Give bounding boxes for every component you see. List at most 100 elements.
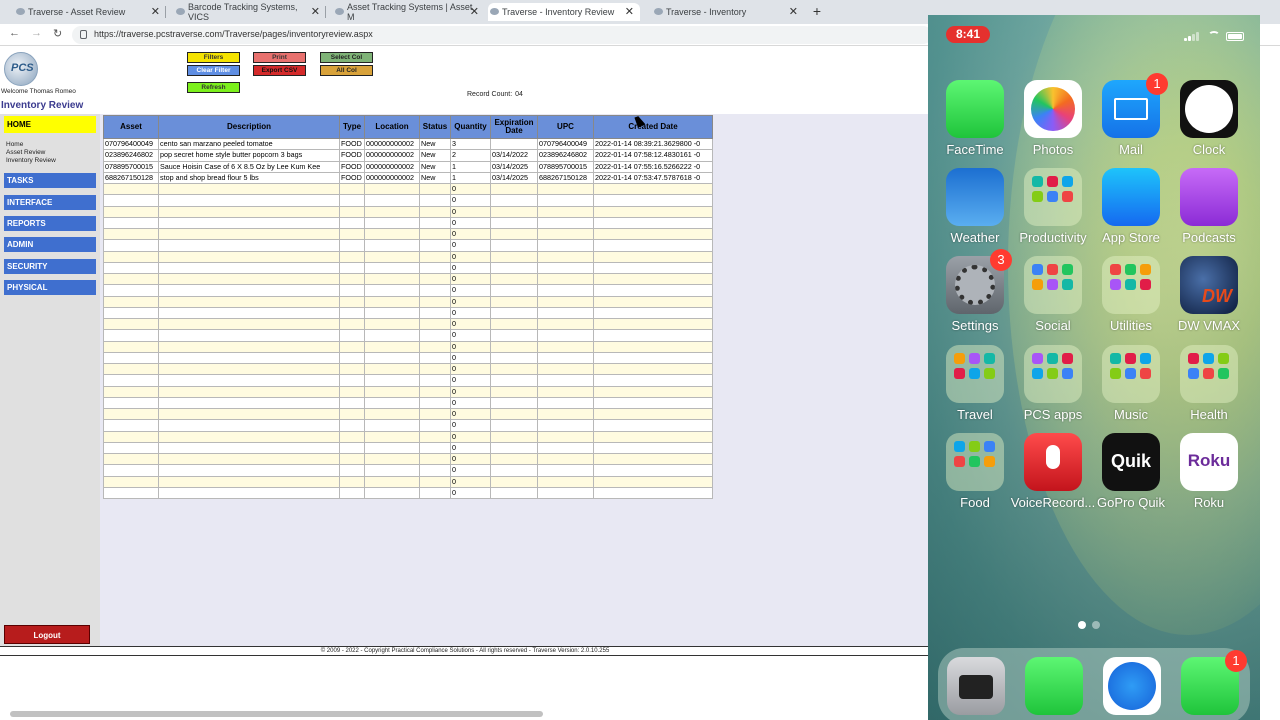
app-travel[interactable]: Travel <box>937 345 1013 433</box>
app-health[interactable]: Health <box>1171 345 1247 433</box>
table-row[interactable]: 0 <box>103 205 713 218</box>
table-row[interactable]: 078895700015 Sauce Hoisin Case of 6 X 8.5… <box>103 160 713 173</box>
app-food[interactable]: Food <box>937 433 1013 521</box>
tab-inventory-review[interactable]: Traverse - Inventory Review ✕ <box>488 3 640 21</box>
app-pcs-apps[interactable]: PCS apps <box>1015 345 1091 433</box>
app-voicerecord[interactable]: VoiceRecord... <box>1011 433 1095 521</box>
app-roku[interactable]: Roku Roku <box>1171 433 1247 521</box>
table-row[interactable]: 023896246802 pop secret home style butter… <box>103 149 713 162</box>
filters-button[interactable]: Filters <box>187 52 240 63</box>
tab-barcode-tracking[interactable]: Barcode Tracking Systems, VICS ✕ <box>174 2 320 22</box>
table-row[interactable]: 0 <box>103 362 713 376</box>
app-podcasts[interactable]: Podcasts <box>1171 168 1247 256</box>
back-icon[interactable]: ← <box>9 27 20 39</box>
table-row[interactable]: 0 <box>103 441 713 455</box>
subnav-link-inventory-review[interactable]: Inventory Review <box>6 157 56 165</box>
table-row[interactable]: 688267150128 stop and shop bread flour 5 … <box>103 171 713 185</box>
close-icon[interactable]: ✕ <box>470 5 479 18</box>
logout-button[interactable]: Logout <box>4 625 90 644</box>
table-row[interactable]: 0 <box>103 284 713 297</box>
sidebar-item-security[interactable]: SECURITY <box>4 259 96 274</box>
column-header-asset[interactable]: Asset <box>103 115 159 139</box>
table-row[interactable]: 0 <box>103 306 713 320</box>
table-row[interactable]: 0 <box>103 374 713 387</box>
dock-phone[interactable] <box>1016 657 1092 720</box>
table-row[interactable]: 0 <box>103 227 713 241</box>
table-cell <box>419 284 451 297</box>
column-header-type[interactable]: Type <box>339 115 365 139</box>
app-photos[interactable]: Photos <box>1015 80 1091 168</box>
table-row[interactable]: 0 <box>103 486 713 500</box>
table-row[interactable]: 0 <box>103 475 713 488</box>
table-row[interactable]: 0 <box>103 194 713 207</box>
app-mail[interactable]: 1 Mail <box>1093 73 1169 168</box>
table-row[interactable]: 0 <box>103 261 713 275</box>
close-icon[interactable]: ✕ <box>625 5 634 18</box>
table-row[interactable]: 0 <box>103 407 713 421</box>
refresh-button[interactable]: Refresh <box>187 82 240 93</box>
column-header-created-date[interactable]: Created Date <box>593 115 713 139</box>
all-col-button[interactable]: All Col <box>320 65 373 76</box>
table-row[interactable]: 0 <box>103 419 713 432</box>
table-row[interactable]: 0 <box>103 182 713 196</box>
table-row[interactable]: 0 <box>103 250 713 263</box>
close-icon[interactable]: ✕ <box>151 5 160 18</box>
app-social[interactable]: Social <box>1015 256 1091 344</box>
tab-asset-tracking[interactable]: Asset Tracking Systems | Asset M ✕ <box>333 2 479 22</box>
column-header-upc[interactable]: UPC <box>537 115 594 139</box>
address-bar[interactable]: https://traverse.pcstraverse.com/Travers… <box>72 26 932 44</box>
column-header-expiration-date[interactable]: Expiration Date <box>490 115 538 139</box>
sidebar-item-admin[interactable]: ADMIN <box>4 237 96 252</box>
sidebar-item-interface[interactable]: INTERFACE <box>4 195 96 210</box>
tab-asset-review[interactable]: Traverse - Asset Review ✕ <box>14 3 160 21</box>
dock-safari[interactable] <box>1094 657 1170 720</box>
print-button[interactable]: Print <box>253 52 306 63</box>
subnav-link-asset-review[interactable]: Asset Review <box>6 149 56 157</box>
sidebar-item-home[interactable]: HOME <box>4 116 96 133</box>
table-row[interactable]: 0 <box>103 464 713 477</box>
app-weather[interactable]: Weather <box>937 168 1013 256</box>
app-settings[interactable]: 3 Settings <box>937 249 1013 344</box>
column-header-quantity[interactable]: Quantity <box>450 115 491 139</box>
app-facetime[interactable]: FaceTime <box>937 80 1013 168</box>
sidebar-item-tasks[interactable]: TASKS <box>4 173 96 188</box>
table-row[interactable]: 070796400049 cento san marzano peeled tom… <box>103 137 713 151</box>
app-productivity[interactable]: Productivity <box>1015 168 1091 256</box>
table-row[interactable]: 0 <box>103 351 713 365</box>
table-row[interactable]: 0 <box>103 340 713 353</box>
forward-icon[interactable]: → <box>31 27 42 39</box>
table-row[interactable]: 0 <box>103 272 713 286</box>
table-row[interactable]: 0 <box>103 216 713 230</box>
close-icon[interactable]: ✕ <box>311 5 320 18</box>
clear-filter-button[interactable]: Clear Filter <box>187 65 240 76</box>
table-row[interactable]: 0 <box>103 430 713 443</box>
dock-messages[interactable]: 1 <box>1172 650 1248 720</box>
tab-inventory[interactable]: Traverse - Inventory ✕ <box>652 3 798 21</box>
horizontal-scrollbar[interactable] <box>10 711 543 717</box>
table-row[interactable]: 0 <box>103 239 713 252</box>
export-csv-button[interactable]: Export CSV <box>253 65 306 76</box>
table-row[interactable]: 0 <box>103 295 713 308</box>
table-row[interactable]: 0 <box>103 329 713 342</box>
app-app-store[interactable]: App Store <box>1093 168 1169 256</box>
column-header-description[interactable]: Description <box>158 115 340 139</box>
close-icon[interactable]: ✕ <box>789 5 798 18</box>
sidebar-item-physical[interactable]: PHYSICAL <box>4 280 96 295</box>
sidebar-item-reports[interactable]: REPORTS <box>4 216 96 231</box>
app-music[interactable]: Music <box>1093 345 1169 433</box>
reload-icon[interactable]: ↻ <box>53 27 62 40</box>
table-row[interactable]: 0 <box>103 385 713 398</box>
dock-camera[interactable] <box>938 657 1014 720</box>
app-gopro-quik[interactable]: Quik GoPro Quik <box>1093 433 1169 521</box>
app-clock[interactable]: Clock <box>1171 80 1247 168</box>
table-row[interactable]: 0 <box>103 317 713 331</box>
table-row[interactable]: 0 <box>103 452 713 466</box>
column-header-status[interactable]: Status <box>419 115 451 139</box>
new-tab-button[interactable]: + <box>810 3 824 19</box>
app-utilities[interactable]: Utilities <box>1093 256 1169 344</box>
column-header-location[interactable]: Location <box>364 115 420 139</box>
table-row[interactable]: 0 <box>103 396 713 410</box>
app-dw-vmax[interactable]: DW DW VMAX <box>1171 256 1247 344</box>
select-col-button[interactable]: Select Col <box>320 52 373 63</box>
subnav-link-home[interactable]: Home <box>6 141 56 149</box>
